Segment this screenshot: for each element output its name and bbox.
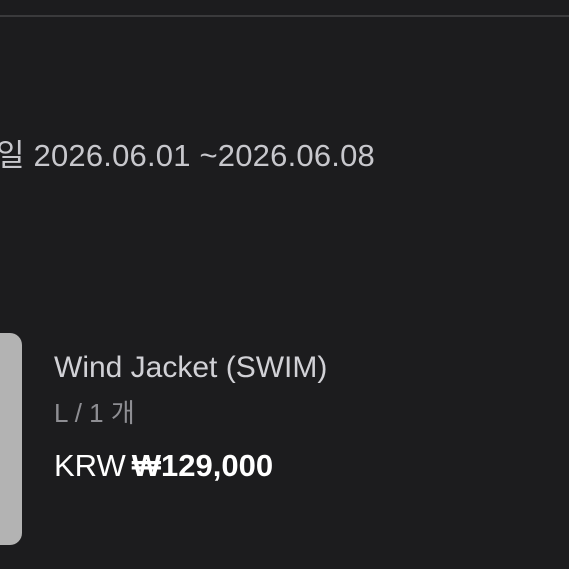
- product-name: Wind Jacket (SWIM): [54, 351, 328, 384]
- product-option: L / 1 개: [54, 398, 135, 428]
- product-price: KRW ₩129,000: [54, 448, 327, 484]
- top-divider: [0, 15, 569, 17]
- product-row[interactable]: Wind Jacket (SWIM) L / 1 개 KRW ₩129,000: [0, 333, 569, 548]
- product-info: Wind Jacket (SWIM) L / 1 개 KRW ₩129,000: [54, 350, 327, 484]
- price-currency: KRW: [54, 448, 126, 483]
- rental-period-text: 일 2026.06.01 ~2026.06.08: [0, 138, 375, 173]
- screen: 일 2026.06.01 ~2026.06.08 Wind Jacket (SW…: [0, 0, 569, 569]
- product-thumbnail[interactable]: [0, 333, 22, 545]
- price-amount: ₩129,000: [131, 448, 274, 483]
